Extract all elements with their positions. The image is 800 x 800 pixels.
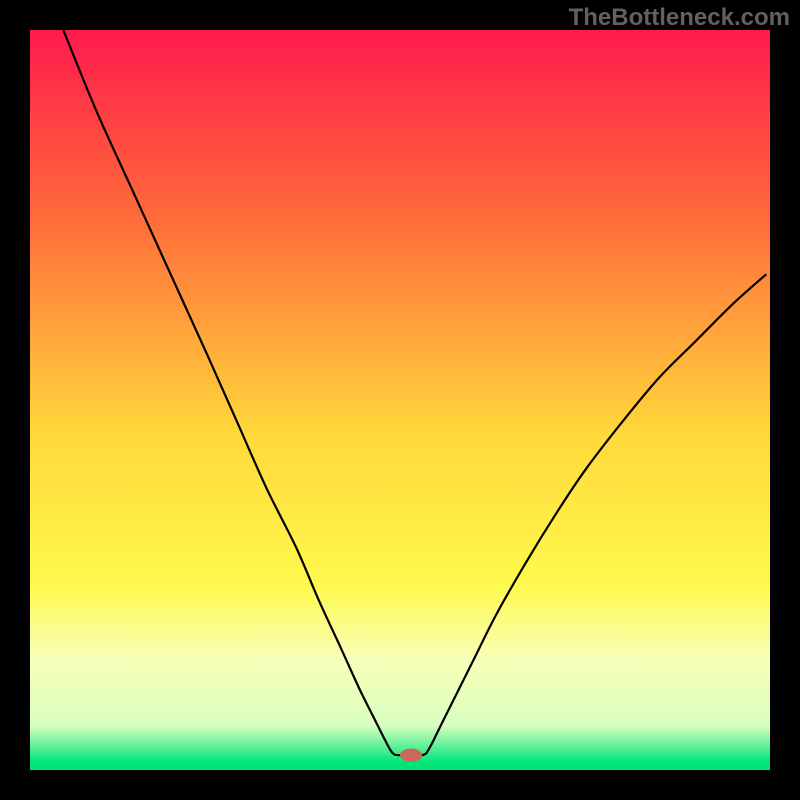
optimum-marker — [400, 749, 422, 762]
watermark-text: TheBottleneck.com — [569, 4, 790, 32]
bottleneck-chart: TheBottleneck.com — [0, 0, 800, 800]
chart-svg — [0, 0, 800, 800]
plot-background — [30, 30, 770, 770]
